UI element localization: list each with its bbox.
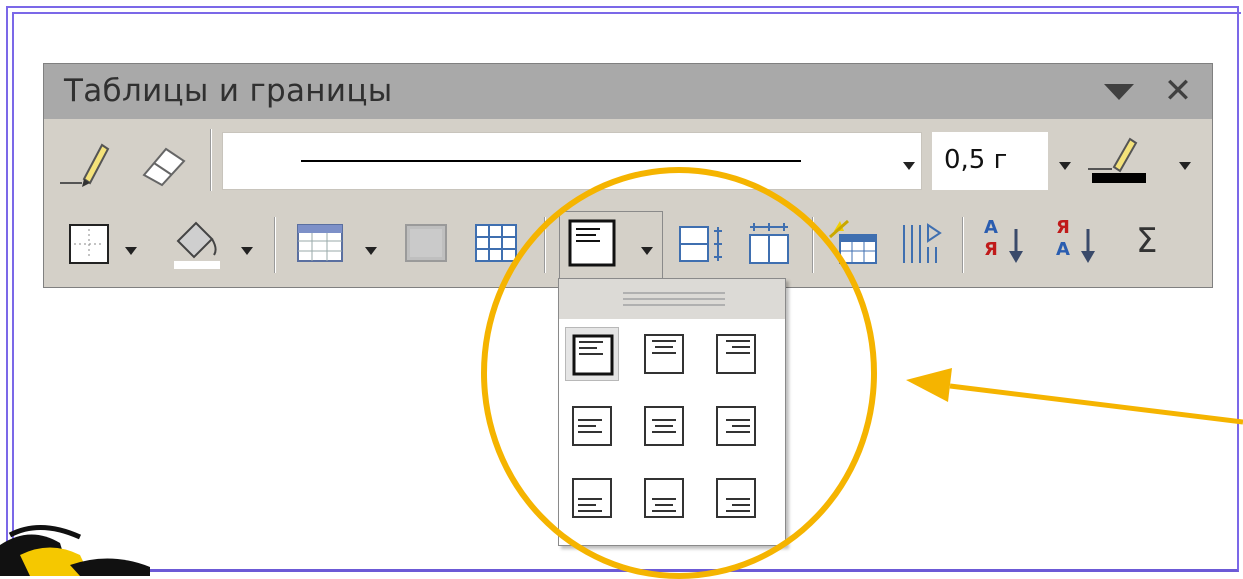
sort-ascending-button[interactable]: А Я xyxy=(978,215,1032,275)
align-top-left-icon xyxy=(572,334,614,376)
align-bottom-center-option[interactable] xyxy=(637,471,691,525)
chevron-down-icon xyxy=(1179,162,1191,170)
pencil-icon xyxy=(60,143,110,187)
eraser-button[interactable] xyxy=(136,133,192,189)
line-width-dropdown-arrow[interactable] xyxy=(1058,156,1072,170)
align-top-center-option[interactable] xyxy=(637,327,691,381)
align-middle-center-icon xyxy=(644,406,684,446)
chevron-down-icon xyxy=(1104,84,1134,100)
table-autoformat-icon xyxy=(829,219,877,264)
line-style-dropdown-arrow[interactable] xyxy=(902,156,916,170)
text-direction-icon xyxy=(903,223,942,263)
corner-decoration-icon xyxy=(0,524,150,576)
align-bottom-left-icon xyxy=(572,478,612,518)
cell-alignment-menu xyxy=(558,278,786,546)
split-cells-button[interactable] xyxy=(470,219,522,269)
eraser-icon xyxy=(142,147,186,187)
close-icon: ✕ xyxy=(1163,71,1193,111)
align-top-right-option[interactable] xyxy=(709,327,763,381)
sort-asc-top-letter: А xyxy=(984,217,998,238)
align-bottom-right-icon xyxy=(716,478,756,518)
arrow-down-icon xyxy=(1081,229,1095,263)
line-style-select[interactable] xyxy=(222,132,922,190)
close-button[interactable]: ✕ xyxy=(1158,69,1198,113)
align-middle-center-option[interactable] xyxy=(637,399,691,453)
outside-border-button[interactable] xyxy=(64,219,114,269)
separator xyxy=(274,217,276,273)
draw-table-button[interactable] xyxy=(58,133,114,189)
chevron-down-icon xyxy=(1059,162,1071,170)
chevron-down-icon xyxy=(903,162,915,170)
separator xyxy=(544,217,546,273)
text-direction-button[interactable] xyxy=(894,217,948,271)
shading-color-icon xyxy=(174,221,220,269)
align-middle-left-icon xyxy=(572,406,612,446)
shading-color-button[interactable] xyxy=(166,213,226,273)
outside-border-icon xyxy=(69,224,109,264)
sort-descending-icon: Я А xyxy=(1050,215,1104,275)
line-width-select[interactable]: 0,5 г xyxy=(932,132,1048,190)
distribute-columns-button[interactable] xyxy=(742,219,796,269)
separator xyxy=(962,217,964,273)
align-middle-right-icon xyxy=(716,406,756,446)
sort-descending-button[interactable]: Я А xyxy=(1050,215,1104,275)
align-top-left-option[interactable] xyxy=(565,327,619,381)
line-width-value: 0,5 г xyxy=(944,145,1008,175)
toolbar-row-1: 0,5 г xyxy=(44,119,1212,199)
sort-asc-bottom-letter: Я xyxy=(984,239,998,260)
insert-table-icon xyxy=(297,224,343,262)
border-color-dropdown-arrow[interactable] xyxy=(1178,156,1192,170)
align-bottom-center-icon xyxy=(644,478,684,518)
sort-desc-bottom-letter: А xyxy=(1056,239,1070,260)
chevron-down-icon xyxy=(365,247,377,255)
outside-border-dropdown-arrow[interactable] xyxy=(124,241,138,255)
arrow-down-icon xyxy=(1009,229,1023,263)
border-color-button[interactable] xyxy=(1084,133,1154,189)
toolbar-title: Таблицы и границы xyxy=(64,73,393,109)
cell-alignment-button-pressed xyxy=(559,211,663,280)
merge-cells-button[interactable] xyxy=(400,219,452,269)
merge-cells-icon xyxy=(405,224,447,262)
chevron-down-icon xyxy=(125,247,137,255)
autosum-icon: Σ xyxy=(1136,221,1158,261)
table-autoformat-button[interactable] xyxy=(826,217,880,271)
insert-table-button[interactable] xyxy=(294,219,346,269)
align-bottom-left-option[interactable] xyxy=(565,471,619,525)
menu-drag-handle[interactable] xyxy=(559,279,785,319)
insert-table-dropdown-arrow[interactable] xyxy=(364,241,378,255)
drag-grip-icon xyxy=(623,292,725,306)
chevron-down-icon xyxy=(241,247,253,255)
align-top-center-icon xyxy=(644,334,684,374)
border-color-icon xyxy=(1088,137,1146,183)
sort-ascending-icon: А Я xyxy=(978,215,1032,275)
distribute-rows-button[interactable] xyxy=(674,219,728,269)
align-middle-right-option[interactable] xyxy=(709,399,763,453)
separator xyxy=(210,129,212,191)
align-top-right-icon xyxy=(716,334,756,374)
line-style-sample xyxy=(301,160,801,162)
toolbar-options-dropdown[interactable] xyxy=(1102,80,1136,104)
separator xyxy=(812,217,814,273)
split-cells-icon xyxy=(475,224,517,262)
toolbar-titlebar[interactable]: Таблицы и границы ✕ xyxy=(44,64,1212,119)
distribute-rows-icon xyxy=(679,226,722,262)
align-middle-left-option[interactable] xyxy=(565,399,619,453)
distribute-columns-icon xyxy=(749,223,789,264)
autosum-button[interactable]: Σ xyxy=(1128,217,1178,271)
shading-color-dropdown-arrow[interactable] xyxy=(240,241,254,255)
sort-desc-top-letter: Я xyxy=(1056,217,1070,238)
align-bottom-right-option[interactable] xyxy=(709,471,763,525)
